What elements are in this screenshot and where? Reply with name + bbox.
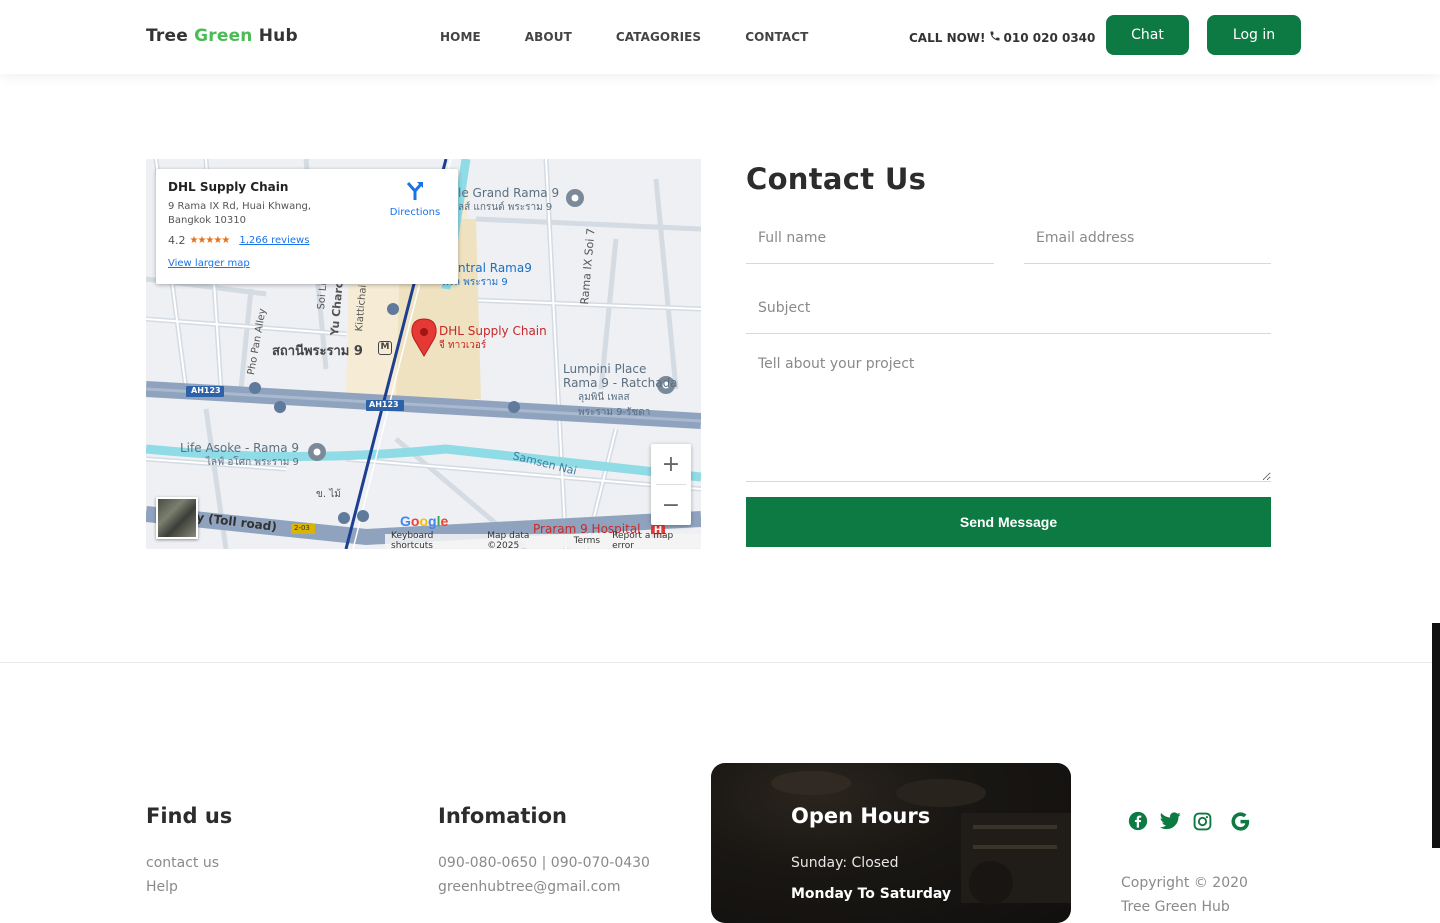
brand-text-tree: Tree — [146, 26, 188, 46]
map-label-lumpini-1: Lumpini Place — [563, 362, 647, 376]
help-link[interactable]: Help — [146, 879, 178, 895]
directions-label: Directions — [389, 207, 441, 218]
google-logo: Google — [400, 513, 449, 529]
map-label-samsen: Samsen Nai — [511, 449, 579, 478]
open-hours-title: Open Hours — [791, 804, 931, 828]
keyboard-shortcuts-link[interactable]: Keyboard shortcuts — [391, 531, 475, 549]
map-label-yaek: ข. ไม้ — [316, 489, 341, 500]
open-hours-card: Open Hours Sunday: Closed Monday To Satu… — [711, 763, 1071, 923]
site-header: Tree Green Hub HOME ABOUT CATAGORIES CON… — [0, 0, 1440, 74]
main-nav: HOME ABOUT CATAGORIES CONTACT — [440, 30, 852, 44]
map-label-kiattichai: Kiattichai — [354, 284, 370, 332]
call-now-label: CALL NOW! — [909, 30, 986, 45]
call-now[interactable]: CALL NOW! 010 020 0340 — [909, 30, 1095, 45]
map-label-pho-pan: Pho Pan Alley — [246, 307, 269, 376]
report-error-link[interactable]: Report a map error — [612, 531, 695, 549]
place-info-card: DHL Supply Chain 9 Rama IX Rd, Huai Khwa… — [156, 169, 458, 284]
login-button[interactable]: Log in — [1207, 15, 1301, 55]
address-line-2: Bangkok 10310 — [168, 215, 247, 226]
brand-text-hub: Hub — [258, 26, 298, 46]
full-name-input[interactable] — [746, 212, 994, 264]
twitter-icon[interactable] — [1159, 810, 1181, 832]
map-data-label: Map data ©2025 — [487, 531, 530, 549]
information-title: Infomation — [438, 804, 567, 828]
map-label-lumpini-2: Rama 9 - Ratchada — [563, 376, 678, 390]
phone-number: 010 020 0340 — [1003, 30, 1096, 45]
footer-phone: 090-080-0650 | 090-070-0430 — [438, 855, 650, 871]
view-larger-map-link[interactable]: View larger map — [168, 258, 446, 269]
map-label-soi-li: Soi Li — [316, 282, 330, 310]
phone-icon — [989, 30, 1001, 45]
nav-about[interactable]: ABOUT — [525, 30, 572, 44]
map-label-yu-charo: Yu Charo — [328, 280, 346, 337]
nav-contact[interactable]: CONTACT — [745, 30, 808, 44]
instagram-icon[interactable] — [1191, 810, 1213, 832]
nav-home[interactable]: HOME — [440, 30, 481, 44]
copyright-line-2: Tree Green Hub — [1121, 899, 1230, 915]
find-us-title: Find us — [146, 804, 233, 828]
brand-text-green: Green — [194, 26, 253, 46]
zoom-control: + − — [651, 444, 691, 525]
map-label-grand-th: ลส์ แกรนด์ พระราม 9 — [458, 202, 553, 213]
chat-button[interactable]: Chat — [1106, 15, 1189, 55]
map-label-lumpini-th: ลุมพินี เพลส พระราม 9-รัชดา — [578, 392, 651, 418]
contact-title: Contact Us — [746, 162, 927, 196]
map-label-station: สถานีพระราม 9 — [272, 344, 363, 359]
rating-stars-icon: ★★★★★ — [189, 235, 231, 246]
rating-value: 4.2 — [168, 234, 186, 247]
google-map[interactable]: DHL Supply Chain จี ทาวเวอร์ le Grand Ra… — [146, 159, 701, 549]
satellite-toggle[interactable] — [156, 497, 198, 539]
directions-icon — [404, 182, 426, 205]
directions-button[interactable]: Directions — [385, 181, 445, 218]
metro-icon: M — [378, 341, 392, 355]
scrollbar-thumb[interactable] — [1432, 623, 1440, 848]
brand-logo[interactable]: Tree Green Hub — [146, 26, 298, 46]
map-label-dhl: DHL Supply Chain — [439, 324, 547, 338]
send-message-button[interactable]: Send Message — [746, 497, 1271, 547]
map-label-ah123-1: AH123 — [191, 386, 221, 395]
map-label-central: ntral Rama9 — [458, 261, 532, 275]
map-label-dhl-th: จี ทาวเวอร์ — [439, 340, 487, 351]
hours-sunday: Sunday: Closed — [791, 855, 899, 871]
subject-input[interactable] — [746, 282, 1271, 334]
map-label-life: Life Asoke - Rama 9 — [180, 441, 300, 455]
place-rating: 4.2 ★★★★★ 1,266 reviews — [168, 234, 446, 247]
map-label-ah123-2: AH123 — [369, 400, 399, 409]
contact-us-link[interactable]: contact us — [146, 855, 219, 871]
map-label-toll: y (Toll road) — [195, 510, 278, 534]
copyright-line-1: Copyright © 2020 — [1121, 875, 1248, 891]
map-label-life-th: ไลฟ์ อโศก พระราม 9 — [206, 457, 299, 468]
map-label-rama9-soi7: Rama IX Soi 7 — [578, 227, 598, 306]
map-label-grand: le Grand Rama 9 — [458, 186, 560, 200]
map-attribution: Keyboard shortcuts Map data ©2025 Terms … — [385, 531, 701, 549]
footer-email[interactable]: greenhubtree@gmail.com — [438, 879, 620, 895]
map-label-road-203: 2-03 — [294, 524, 310, 532]
zoom-out-button[interactable]: − — [651, 485, 691, 525]
terms-link[interactable]: Terms — [574, 536, 601, 546]
place-address: 9 Rama IX Rd, Huai Khwang, Bangkok 10310 — [168, 200, 343, 228]
message-textarea[interactable] — [746, 346, 1271, 482]
section-divider — [0, 662, 1440, 663]
reviews-link[interactable]: 1,266 reviews — [239, 235, 309, 246]
facebook-icon[interactable] — [1127, 810, 1149, 832]
zoom-in-button[interactable]: + — [651, 444, 691, 484]
google-icon[interactable] — [1229, 810, 1251, 832]
nav-categories[interactable]: CATAGORIES — [616, 30, 701, 44]
email-input[interactable] — [1024, 212, 1271, 264]
address-line-1: 9 Rama IX Rd, Huai Khwang, — [168, 201, 312, 212]
copyright-text: Copyright © 2020 Tree Green Hub — [1121, 871, 1248, 919]
